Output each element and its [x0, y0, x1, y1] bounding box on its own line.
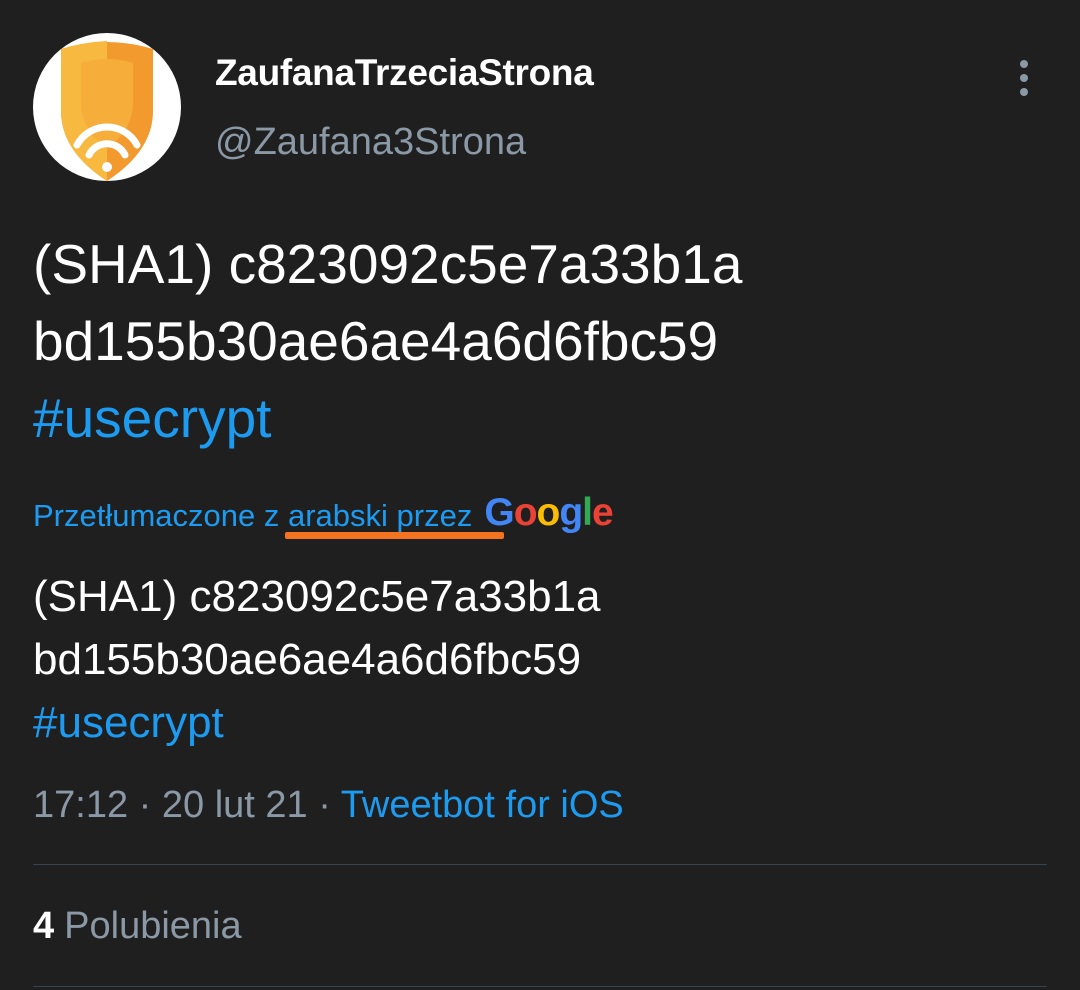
tweet-text: (SHA1) c823092c5e7a33b1a bd155b30ae6ae4a…	[33, 226, 1043, 457]
translated-hashtag-link[interactable]: #usecrypt	[33, 691, 1043, 754]
divider	[33, 864, 1047, 865]
tweet-text-line: bd155b30ae6ae4a6d6fbc59	[33, 310, 719, 372]
likes-count: 4	[33, 905, 55, 947]
translated-text: (SHA1) c823092c5e7a33b1a bd155b30ae6ae4a…	[33, 565, 1043, 754]
translated-text-line: (SHA1) c823092c5e7a33b1a	[33, 572, 601, 621]
more-options-button[interactable]	[1004, 56, 1044, 100]
more-vertical-icon	[1020, 60, 1028, 68]
tweet-text-line: (SHA1) c823092c5e7a33b1a	[33, 233, 743, 295]
tweet-time: 17:12	[33, 784, 129, 826]
meta-separator: ·	[318, 784, 331, 826]
orange-annotation-underline	[285, 532, 504, 539]
likes-stat[interactable]: 4 Polubienia	[33, 905, 242, 948]
tweet-date: 20 lut 21	[161, 784, 308, 826]
more-vertical-icon-dot	[1020, 74, 1028, 82]
avatar[interactable]	[33, 33, 181, 181]
author-handle[interactable]: @Zaufana3Strona	[215, 121, 526, 164]
google-logo: Google	[484, 491, 613, 534]
meta-separator: ·	[138, 784, 152, 826]
tweet-source-link[interactable]: Tweetbot for iOS	[341, 784, 624, 826]
tweet-hashtag-link[interactable]: #usecrypt	[33, 380, 1043, 457]
translated-text-line: bd155b30ae6ae4a6d6fbc59	[33, 635, 582, 684]
likes-label: Polubienia	[64, 905, 242, 947]
translation-label: Przetłumaczone z arabski przez	[33, 498, 473, 533]
tweet-meta: 17:12 · 20 lut 21 · Tweetbot for iOS	[33, 784, 624, 827]
divider	[33, 986, 1047, 987]
more-vertical-icon-dot	[1020, 88, 1028, 96]
orange-shield-wifi-logo-icon	[61, 41, 153, 181]
author-display-name[interactable]: ZaufanaTrzeciaStrona	[215, 52, 594, 94]
